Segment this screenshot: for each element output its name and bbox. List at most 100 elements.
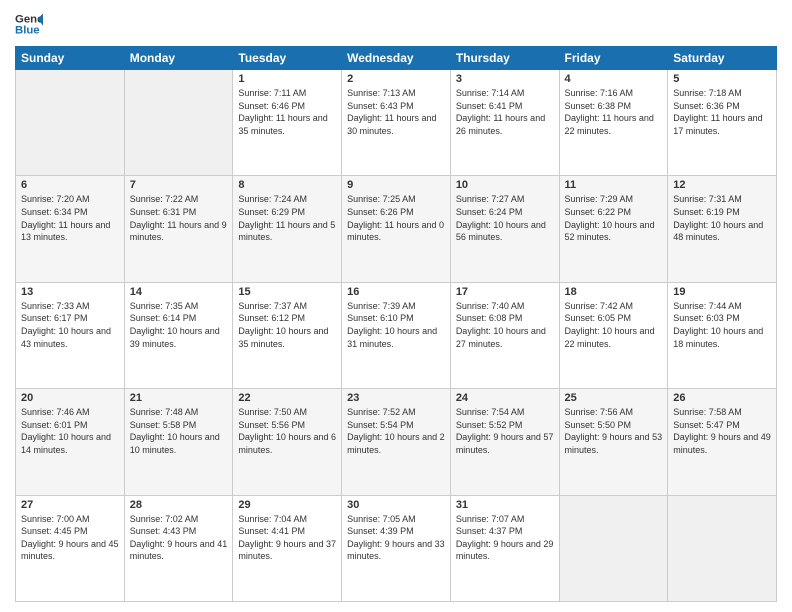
cell-details: Sunrise: 7:56 AMSunset: 5:50 PMDaylight:… — [565, 406, 663, 456]
day-number: 31 — [456, 499, 554, 511]
page: General Blue SundayMondayTuesdayWednesda… — [0, 0, 792, 612]
cell-details: Sunrise: 7:07 AMSunset: 4:37 PMDaylight:… — [456, 513, 554, 563]
cell-details: Sunrise: 7:00 AMSunset: 4:45 PMDaylight:… — [21, 513, 119, 563]
cell-details: Sunrise: 7:22 AMSunset: 6:31 PMDaylight:… — [130, 193, 228, 243]
calendar-cell: 20Sunrise: 7:46 AMSunset: 6:01 PMDayligh… — [16, 389, 125, 495]
calendar-cell: 10 Sunrise: 7:27 AMSunset: 6:24 PMDayligh… — [450, 176, 559, 282]
cell-details: Sunrise: 7:52 AMSunset: 5:54 PMDaylight:… — [347, 406, 445, 456]
cell-details: Sunrise: 7:25 AMSunset: 6:26 PMDaylight:… — [347, 193, 445, 243]
cell-details: Sunrise: 7:48 AMSunset: 5:58 PMDaylight:… — [130, 406, 228, 456]
calendar-cell — [668, 495, 777, 601]
day-header-sunday: Sunday — [16, 47, 125, 70]
day-number: 6 — [21, 179, 119, 191]
calendar-cell: 22 Sunrise: 7:50 AMSunset: 5:56 PMDayligh… — [233, 389, 342, 495]
cell-details: Sunrise: 7:24 AMSunset: 6:29 PMDaylight:… — [238, 193, 336, 243]
day-number: 9 — [347, 179, 445, 191]
day-number: 21 — [130, 392, 228, 404]
day-number: 11 — [565, 179, 663, 191]
day-number: 12 — [673, 179, 771, 191]
day-number: 27 — [21, 499, 119, 511]
calendar-table: SundayMondayTuesdayWednesdayThursdayFrid… — [15, 46, 777, 602]
day-number: 3 — [456, 73, 554, 85]
day-header-tuesday: Tuesday — [233, 47, 342, 70]
calendar-cell — [16, 70, 125, 176]
cell-details: Sunrise: 7:16 AMSunset: 6:38 PMDaylight:… — [565, 87, 663, 137]
day-number: 30 — [347, 499, 445, 511]
week-row-2: 6 Sunrise: 7:20 AMSunset: 6:34 PMDaylight… — [16, 176, 777, 282]
calendar-cell — [124, 70, 233, 176]
cell-details: Sunrise: 7:31 AMSunset: 6:19 PMDaylight:… — [673, 193, 771, 243]
day-header-wednesday: Wednesday — [342, 47, 451, 70]
day-number: 16 — [347, 286, 445, 298]
week-row-3: 13 Sunrise: 7:33 AMSunset: 6:17 PMDayligh… — [16, 282, 777, 388]
day-number: 5 — [673, 73, 771, 85]
cell-details: Sunrise: 7:02 AMSunset: 4:43 PMDaylight:… — [130, 513, 228, 563]
cell-details: Sunrise: 7:40 AMSunset: 6:08 PMDaylight:… — [456, 300, 554, 350]
calendar-cell: 2Sunrise: 7:13 AMSunset: 6:43 PMDaylight… — [342, 70, 451, 176]
cell-details: Sunrise: 7:42 AMSunset: 6:05 PMDaylight:… — [565, 300, 663, 350]
calendar-cell: 26 Sunrise: 7:58 AMSunset: 5:47 PMDayligh… — [668, 389, 777, 495]
calendar-cell: 27 Sunrise: 7:00 AMSunset: 4:45 PMDayligh… — [16, 495, 125, 601]
day-number: 1 — [238, 73, 336, 85]
calendar-cell: 16 Sunrise: 7:39 AMSunset: 6:10 PMDayligh… — [342, 282, 451, 388]
calendar-cell: 7Sunrise: 7:22 AMSunset: 6:31 PMDaylight… — [124, 176, 233, 282]
calendar-cell: 24Sunrise: 7:54 AMSunset: 5:52 PMDayligh… — [450, 389, 559, 495]
day-number: 10 — [456, 179, 554, 191]
cell-details: Sunrise: 7:35 AMSunset: 6:14 PMDaylight:… — [130, 300, 228, 350]
calendar-cell: 17 Sunrise: 7:40 AMSunset: 6:08 PMDayligh… — [450, 282, 559, 388]
cell-details: Sunrise: 7:05 AMSunset: 4:39 PMDaylight:… — [347, 513, 445, 563]
day-number: 28 — [130, 499, 228, 511]
logo-icon: General Blue — [15, 10, 43, 38]
calendar-cell: 15 Sunrise: 7:37 AMSunset: 6:12 PMDayligh… — [233, 282, 342, 388]
day-number: 14 — [130, 286, 228, 298]
calendar-cell: 12 Sunrise: 7:31 AMSunset: 6:19 PMDayligh… — [668, 176, 777, 282]
calendar-cell: 11Sunrise: 7:29 AMSunset: 6:22 PMDayligh… — [559, 176, 668, 282]
cell-details: Sunrise: 7:11 AMSunset: 6:46 PMDaylight:… — [238, 87, 336, 137]
day-number: 15 — [238, 286, 336, 298]
svg-text:Blue: Blue — [15, 25, 40, 37]
calendar-cell: 29 Sunrise: 7:04 AMSunset: 4:41 PMDayligh… — [233, 495, 342, 601]
logo: General Blue — [15, 10, 43, 38]
cell-details: Sunrise: 7:58 AMSunset: 5:47 PMDaylight:… — [673, 406, 771, 456]
day-header-saturday: Saturday — [668, 47, 777, 70]
calendar-cell: 14 Sunrise: 7:35 AMSunset: 6:14 PMDayligh… — [124, 282, 233, 388]
day-number: 26 — [673, 392, 771, 404]
calendar-cell: 6 Sunrise: 7:20 AMSunset: 6:34 PMDaylight… — [16, 176, 125, 282]
day-header-friday: Friday — [559, 47, 668, 70]
calendar-cell: 3 Sunrise: 7:14 AMSunset: 6:41 PMDaylight… — [450, 70, 559, 176]
calendar-cell: 13 Sunrise: 7:33 AMSunset: 6:17 PMDayligh… — [16, 282, 125, 388]
cell-details: Sunrise: 7:33 AMSunset: 6:17 PMDaylight:… — [21, 300, 119, 350]
cell-details: Sunrise: 7:14 AMSunset: 6:41 PMDaylight:… — [456, 87, 554, 137]
calendar-cell: 30 Sunrise: 7:05 AMSunset: 4:39 PMDayligh… — [342, 495, 451, 601]
header: General Blue — [15, 10, 777, 38]
week-row-1: 1 Sunrise: 7:11 AMSunset: 6:46 PMDaylight… — [16, 70, 777, 176]
day-number: 17 — [456, 286, 554, 298]
cell-details: Sunrise: 7:27 AMSunset: 6:24 PMDaylight:… — [456, 193, 554, 243]
cell-details: Sunrise: 7:50 AMSunset: 5:56 PMDaylight:… — [238, 406, 336, 456]
day-number: 19 — [673, 286, 771, 298]
week-row-4: 20Sunrise: 7:46 AMSunset: 6:01 PMDayligh… — [16, 389, 777, 495]
cell-details: Sunrise: 7:37 AMSunset: 6:12 PMDaylight:… — [238, 300, 336, 350]
day-number: 20 — [21, 392, 119, 404]
day-header-monday: Monday — [124, 47, 233, 70]
day-number: 24 — [456, 392, 554, 404]
day-number: 2 — [347, 73, 445, 85]
day-number: 29 — [238, 499, 336, 511]
calendar-cell: 21 Sunrise: 7:48 AMSunset: 5:58 PMDayligh… — [124, 389, 233, 495]
calendar-cell: 31 Sunrise: 7:07 AMSunset: 4:37 PMDayligh… — [450, 495, 559, 601]
week-row-5: 27 Sunrise: 7:00 AMSunset: 4:45 PMDayligh… — [16, 495, 777, 601]
calendar-cell: 5 Sunrise: 7:18 AMSunset: 6:36 PMDaylight… — [668, 70, 777, 176]
day-number: 22 — [238, 392, 336, 404]
cell-details: Sunrise: 7:44 AMSunset: 6:03 PMDaylight:… — [673, 300, 771, 350]
cell-details: Sunrise: 7:39 AMSunset: 6:10 PMDaylight:… — [347, 300, 445, 350]
day-header-thursday: Thursday — [450, 47, 559, 70]
calendar-cell: 1 Sunrise: 7:11 AMSunset: 6:46 PMDaylight… — [233, 70, 342, 176]
calendar-cell: 25Sunrise: 7:56 AMSunset: 5:50 PMDayligh… — [559, 389, 668, 495]
cell-details: Sunrise: 7:20 AMSunset: 6:34 PMDaylight:… — [21, 193, 119, 243]
day-number: 13 — [21, 286, 119, 298]
calendar-cell: 28 Sunrise: 7:02 AMSunset: 4:43 PMDayligh… — [124, 495, 233, 601]
cell-details: Sunrise: 7:04 AMSunset: 4:41 PMDaylight:… — [238, 513, 336, 563]
day-number: 8 — [238, 179, 336, 191]
calendar-cell: 23Sunrise: 7:52 AMSunset: 5:54 PMDayligh… — [342, 389, 451, 495]
cell-details: Sunrise: 7:18 AMSunset: 6:36 PMDaylight:… — [673, 87, 771, 137]
